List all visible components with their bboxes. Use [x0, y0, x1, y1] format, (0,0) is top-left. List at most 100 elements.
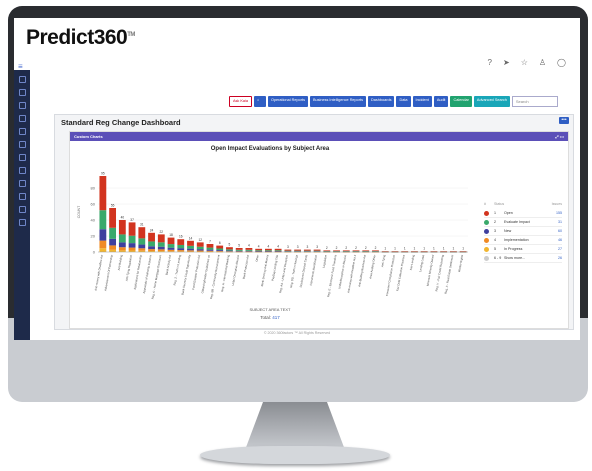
bar-segment [109, 245, 117, 250]
bar-segment [148, 232, 155, 242]
sidebar-icon-10[interactable] [18, 193, 26, 200]
bar-value-label: 40 [121, 216, 125, 220]
bar-segment [99, 229, 107, 241]
bar-value-label: 1 [384, 247, 386, 251]
sidebar-icon-2[interactable] [18, 89, 26, 96]
bar-segment [148, 246, 155, 250]
legend-status: Open [504, 211, 513, 215]
advanced-search-button[interactable]: Advanced Search [473, 96, 510, 107]
bar-segment [167, 249, 175, 252]
sidebar-icon-5[interactable] [18, 128, 26, 135]
x-tick-label: Reg. C - Home Mortgage Disclosure [151, 254, 163, 300]
bar-segment [245, 249, 253, 251]
legend-row[interactable]: 1 Open 155 [484, 209, 562, 218]
y-axis-label: COUNT [77, 205, 81, 218]
avatar-icon[interactable]: ◯ [557, 58, 566, 67]
bar-segment [148, 241, 155, 247]
bar-value-label: 18 [169, 233, 173, 237]
bi-reports-button[interactable]: Business Intelligence Reports [309, 96, 366, 107]
bar-segment [157, 246, 165, 250]
legend-row[interactable]: 3 New 60 [484, 227, 562, 236]
status-legend: # Status Issues 1 Open 155 2 Evaluate Impa… [484, 202, 562, 263]
x-tick-label: Anti-Building Business Act [357, 254, 367, 287]
bar-segment [109, 208, 117, 228]
ask-kaia-button[interactable]: Ask Kaia [229, 96, 252, 107]
x-tick-label: Applications for Relationship [133, 254, 143, 290]
bar-segment [118, 242, 126, 248]
legend-num: 2 [494, 220, 496, 224]
legend-issues: 46 [558, 238, 562, 242]
sidebar-icon-6[interactable] [18, 141, 26, 148]
data-button[interactable]: Data [396, 96, 411, 107]
send-icon[interactable]: ➤ [503, 58, 510, 67]
legend-row[interactable]: 4 Implementation 46 [484, 236, 562, 245]
legend-dot [484, 237, 489, 243]
bar-value-label: 5 [238, 244, 240, 248]
brand-logo[interactable]: Predict360TM [26, 26, 135, 50]
sidebar-icon-12[interactable] [18, 219, 26, 226]
bar-value-label: 12 [198, 238, 202, 242]
bar-value-label: 1 [423, 247, 425, 251]
bar-segment [274, 248, 282, 251]
x-tick-label: Reg. V - Fair Credit Reporting [434, 254, 444, 292]
sidebar-icon-11[interactable] [18, 206, 26, 213]
bar-segment [196, 246, 204, 250]
legend-dot [484, 219, 489, 225]
x-tick-label: Unfair/Deceptive or Abusive [337, 254, 347, 289]
home-icon[interactable]: ⌂ [253, 96, 266, 107]
bar-segment [118, 247, 126, 251]
dashboards-button[interactable]: Dashboards [368, 96, 395, 107]
incident-button[interactable]: Incident [412, 96, 432, 107]
sidebar-icon-3[interactable] [18, 102, 26, 109]
dashboard-title: Standard Reg Change Dashboard [61, 118, 181, 127]
bar-segment [255, 248, 263, 251]
legend-status: Evaluate Impact [504, 220, 530, 224]
operational-reports-button[interactable]: Operational Reports [267, 96, 308, 107]
legend-num: 3 [494, 229, 496, 233]
bar-segment [430, 251, 438, 252]
x-tick-label: Reg. X - Real Estate Settlement [444, 254, 455, 294]
legend-dot [484, 210, 489, 216]
star-icon[interactable]: ☆ [521, 58, 528, 67]
bar-segment [206, 249, 214, 251]
legend-issues: 27 [558, 247, 562, 251]
legend-status: In Progress [504, 247, 523, 251]
audit-button[interactable]: Audit [433, 96, 449, 107]
bar-segment [333, 250, 340, 252]
bar-segment [216, 251, 224, 252]
bar-segment [109, 227, 117, 239]
legend-header: # Status Issues [484, 202, 562, 206]
legend-num: 5 [494, 247, 496, 251]
bar-segment [128, 235, 136, 244]
search-input[interactable]: Search [511, 96, 558, 107]
sidebar-icon-1[interactable] [18, 76, 26, 83]
bar-segment [274, 250, 282, 252]
bar-value-label: 4 [277, 244, 279, 248]
app-screen: Predict360TM ? ➤ ☆ ♙ ◯ ≡ Ask Kaia ⌂ Oper… [14, 18, 580, 340]
calendar-button[interactable]: Calendar [450, 96, 472, 107]
sidebar-icon-8[interactable] [18, 167, 26, 174]
bar-segment [226, 249, 233, 251]
bar-segment [352, 250, 360, 252]
legend-row[interactable]: 5 In Progress 27 [484, 245, 562, 254]
bar-value-label: 3 [287, 245, 289, 249]
bar-segment [148, 249, 155, 252]
bar-segment [411, 251, 418, 252]
bar-value-label: 2 [365, 246, 367, 250]
user-tools-icon[interactable]: ♙ [539, 58, 546, 67]
bar-segment [333, 251, 340, 252]
bar-segment [128, 222, 136, 236]
sidebar-icon-7[interactable] [18, 154, 26, 161]
legend-row[interactable]: 6 - 9 Show more... 26 [484, 254, 562, 263]
x-tick-label: Reg. BB - Community Reinvestment [209, 254, 221, 299]
legend-row[interactable]: 2 Evaluate Impact 31 [484, 218, 562, 227]
bar-value-label: 1 [414, 247, 416, 251]
bar-segment [391, 251, 399, 252]
bar-value-label: 2 [355, 246, 357, 250]
card-controls-icon[interactable]: ⤢ ••• [555, 132, 564, 141]
help-icon[interactable]: ? [488, 58, 492, 67]
bar-segment [420, 251, 428, 252]
dashboard-menu-button[interactable]: ••• [559, 117, 569, 124]
sidebar-icon-4[interactable] [18, 115, 26, 122]
sidebar-icon-9[interactable] [18, 180, 26, 187]
